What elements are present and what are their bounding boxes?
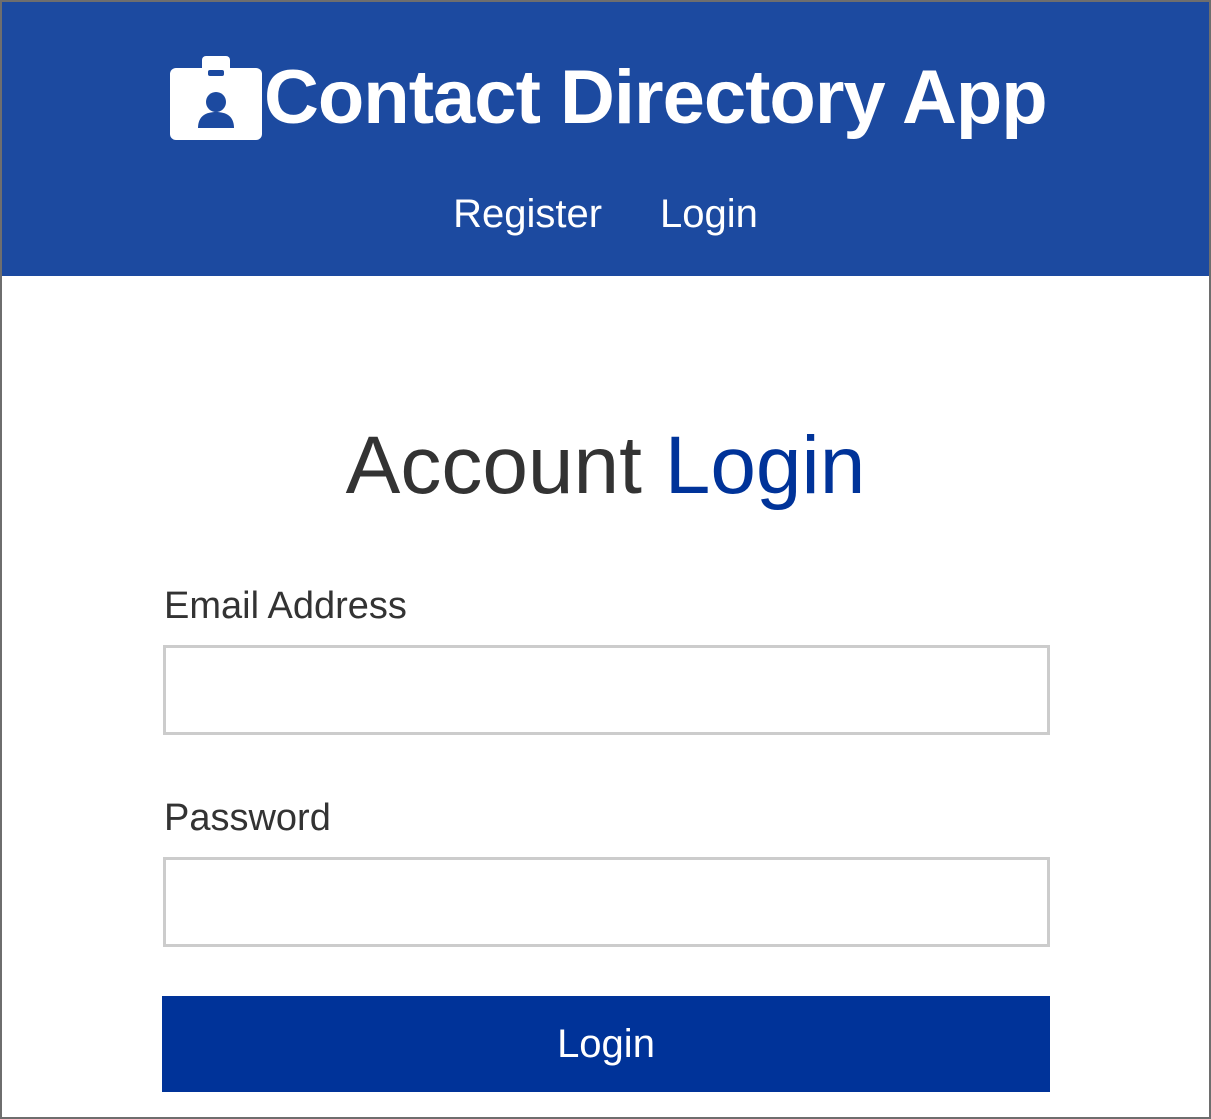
email-input[interactable] — [163, 645, 1050, 735]
navbar: Contact Directory App Register Login — [2, 2, 1209, 276]
brand-link[interactable]: Contact Directory App — [170, 50, 1048, 146]
app-window: Contact Directory App Register Login Acc… — [0, 0, 1211, 1119]
nav-login-link[interactable]: Login — [660, 190, 758, 238]
login-submit-button[interactable]: Login — [162, 996, 1050, 1092]
nav-links: Register Login — [2, 190, 1209, 238]
password-input[interactable] — [163, 857, 1050, 947]
page-title: Account Login — [2, 420, 1209, 512]
password-label: Password — [164, 797, 331, 839]
email-label: Email Address — [164, 585, 407, 627]
id-badge-icon — [170, 56, 262, 140]
nav-register-link[interactable]: Register — [453, 190, 602, 238]
app-title: Contact Directory App — [264, 55, 1048, 140]
page-title-prefix: Account — [345, 420, 642, 511]
page-title-accent: Login — [664, 420, 866, 511]
